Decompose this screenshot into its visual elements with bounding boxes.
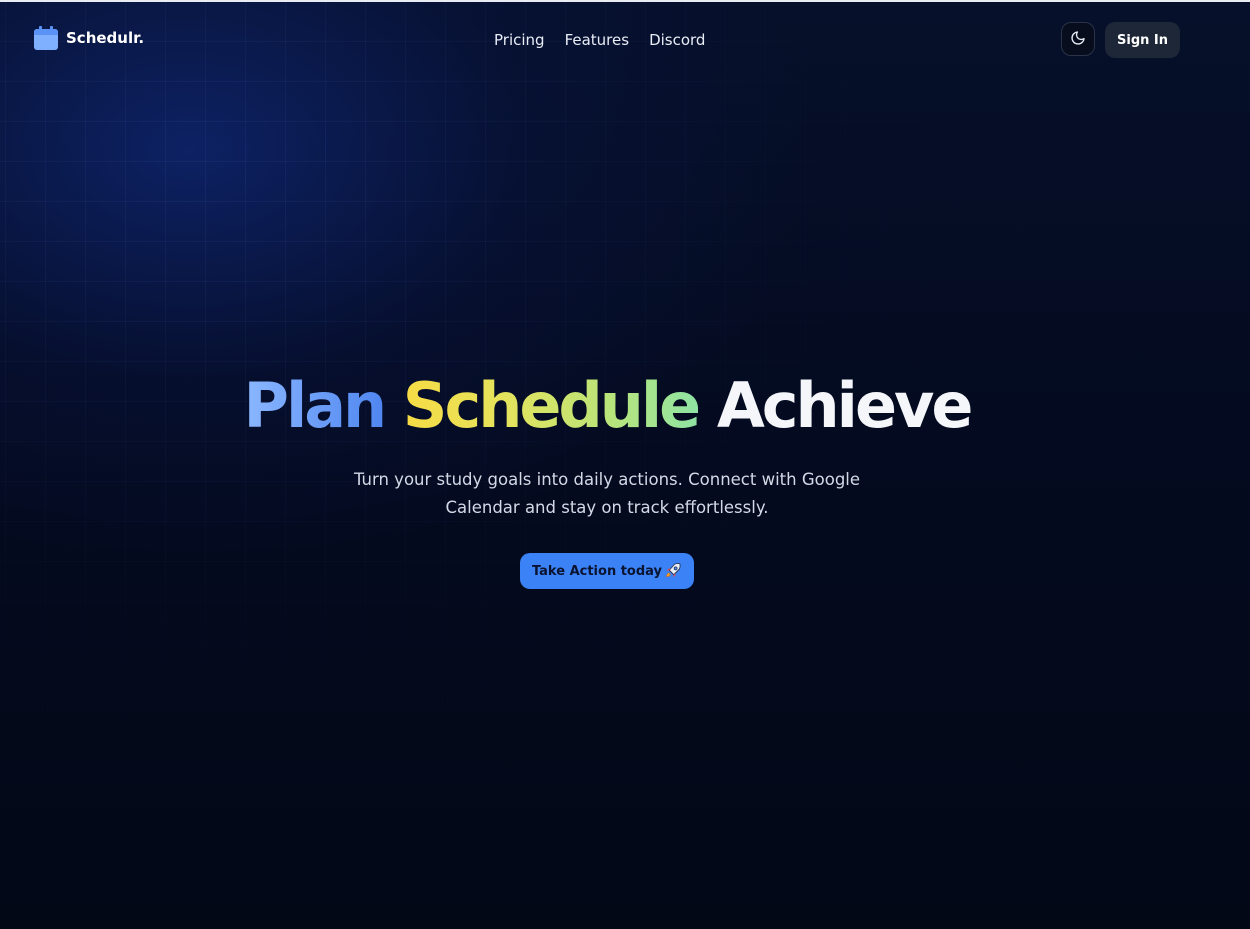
hero-subtitle: Turn your study goals into daily actions… [353,470,861,517]
nav-link-discord[interactable]: Discord [649,30,705,50]
sign-in-button[interactable]: Sign In [1105,22,1180,58]
rocket-icon [664,562,682,580]
theme-toggle-button[interactable] [1061,22,1095,56]
cta-label: Take Action today [531,563,663,579]
calendar-icon [34,26,58,50]
brand-name: Schedulr. [66,29,145,47]
nav-link-pricing[interactable]: Pricing [494,30,545,50]
page: Schedulr. Pricing Features Discord Sign … [0,0,1250,929]
take-action-button[interactable]: Take Action today [520,553,694,589]
main-nav: Pricing Features Discord [494,30,705,50]
background-grid [0,0,1250,929]
hero-word-plan: Plan [243,369,388,442]
hero-word-achieve: Achieve [716,369,974,442]
moon-icon [1070,30,1086,49]
hero-word-schedule: Schedule [402,369,701,442]
site-header: Schedulr. Pricing Features Discord Sign … [0,2,1250,78]
nav-link-features[interactable]: Features [565,30,630,50]
hero-title: Plan Schedule Achieve [0,368,1232,444]
brand-logo-link[interactable]: Schedulr. [34,26,144,50]
